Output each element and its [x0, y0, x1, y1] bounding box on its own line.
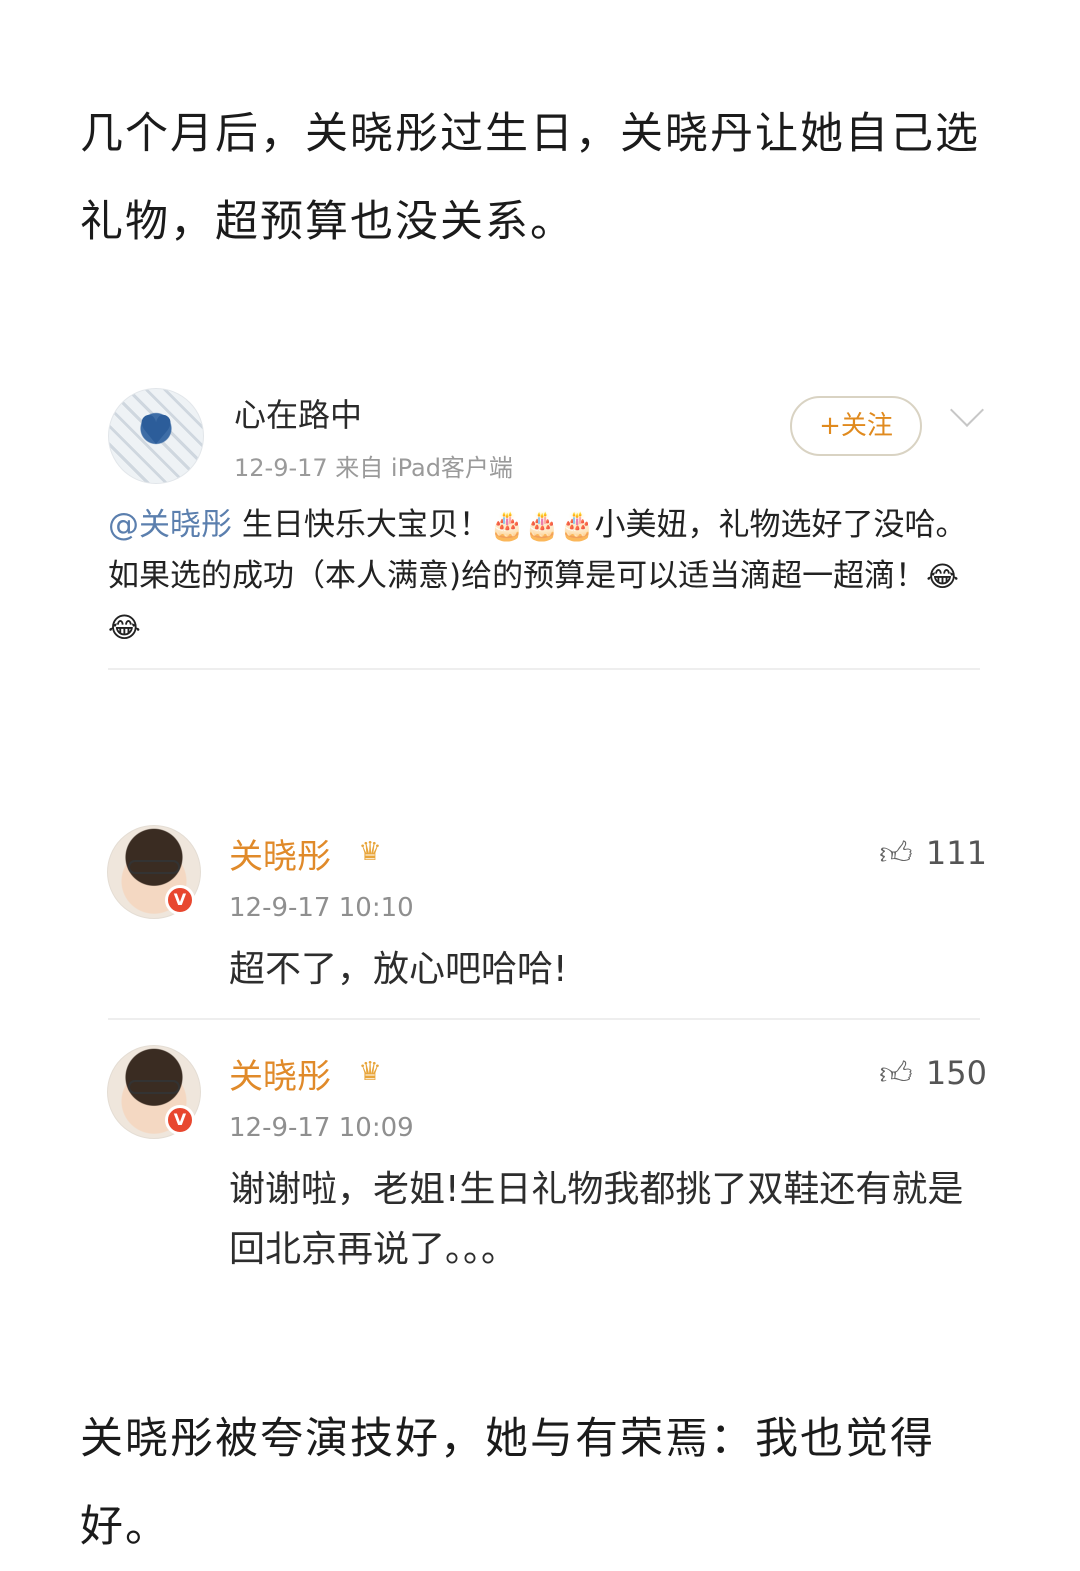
like-count: 150 [925, 1054, 987, 1092]
chevron-down-icon[interactable] [950, 393, 984, 427]
follow-button[interactable]: +关注 [790, 396, 922, 456]
like-button[interactable]: 👍︎ 111 [876, 833, 987, 873]
cake-emoji: 🎂🎂🎂 [489, 509, 595, 542]
glasses-icon [128, 860, 180, 874]
comment-text: 谢谢啦，老姐!生日礼物我都挑了双鞋还有就是回北京再说了。。。 [229, 1169, 964, 1270]
mention-link[interactable]: @关晓彤 [108, 507, 232, 543]
comment-item: V 关晓彤 ♛ 12-9-17 10:09 👍︎ 150 谢谢啦，老姐!生日礼物… [107, 1045, 987, 1285]
comment-divider [108, 1018, 980, 1020]
post-body: @关晓彤 生日快乐大宝贝！🎂🎂🎂小美妞，礼物选好了没哈。如果选的成功（本人满意)… [108, 500, 978, 653]
comment-username[interactable]: 关晓彤 [229, 1049, 331, 1098]
verified-v-icon: V [165, 885, 195, 915]
post-avatar[interactable]: ♥ [108, 388, 204, 484]
post-divider [108, 668, 980, 670]
thumbs-up-icon: 👍︎ [879, 834, 913, 872]
comment-time: 12-9-17 10:09 [229, 1113, 414, 1143]
comment-item: V 关晓彤 ♛ 12-9-17 10:10 👍︎ 111 超不了，放心吧哈哈! [107, 825, 987, 1025]
crown-icon: ♛ [358, 1057, 382, 1087]
glasses-icon [128, 1080, 180, 1094]
verified-v-icon: V [165, 1105, 195, 1135]
comment-username[interactable]: 关晓彤 [229, 829, 331, 878]
comment-text: 超不了，放心吧哈哈! [229, 949, 568, 990]
crown-icon: ♛ [358, 837, 382, 867]
post-header: ♥ 心在路中 12-9-17 来自 iPad客户端 +关注 [100, 370, 990, 490]
post-username[interactable]: 心在路中 [234, 390, 362, 436]
post-text-part1: 生日快乐大宝贝！ [232, 507, 490, 543]
like-count: 111 [925, 834, 987, 872]
weibo-screenshot: ♥ 心在路中 12-9-17 来自 iPad客户端 +关注 @关晓彤 生日快乐大… [100, 370, 990, 644]
thumbs-up-icon: 👍︎ [879, 1054, 913, 1092]
intro-paragraph: 几个月后，关晓彤过生日，关晓丹让她自己选礼物，超预算也没关系。 [80, 109, 980, 247]
like-button[interactable]: 👍︎ 150 [876, 1053, 987, 1093]
post-meta: 12-9-17 来自 iPad客户端 [234, 454, 513, 482]
heart-icon: ♥ [138, 408, 174, 454]
comment-time: 12-9-17 10:10 [229, 893, 414, 923]
outro-paragraph: 关晓彤被夸演技好，她与有荣焉：我也觉得好。 [80, 1414, 935, 1552]
